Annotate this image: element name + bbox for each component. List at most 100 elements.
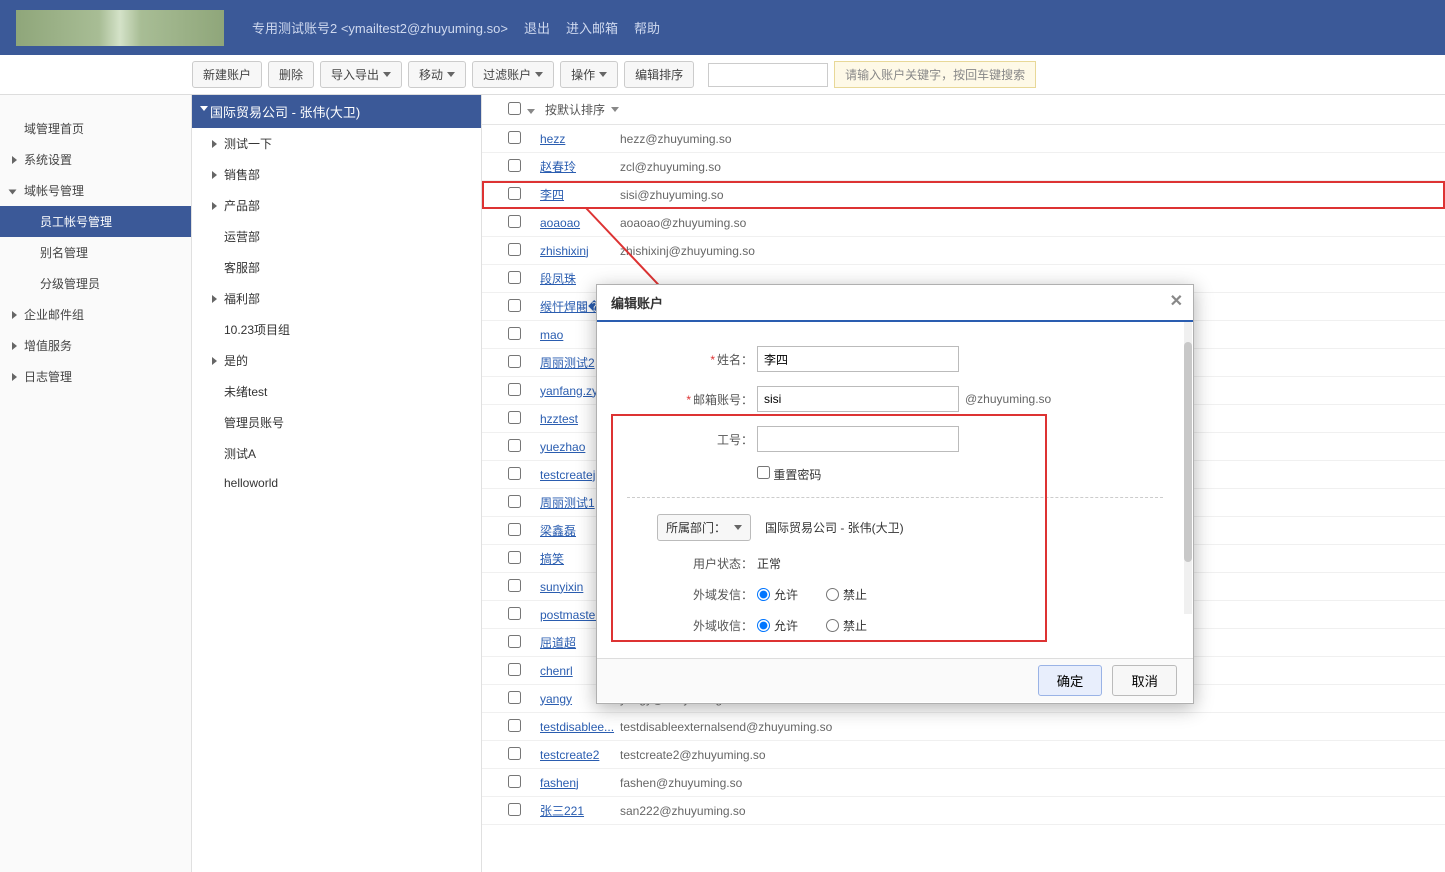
ok-button[interactable]: 确定 xyxy=(1038,665,1103,696)
row-username[interactable]: hezz xyxy=(540,132,620,146)
row-checkbox[interactable] xyxy=(508,607,540,623)
tree-item[interactable]: 销售部 xyxy=(192,159,481,190)
name-input[interactable] xyxy=(757,346,959,372)
row-email: hezz@zhuyuming.so xyxy=(620,132,732,146)
empno-input[interactable] xyxy=(757,426,959,452)
move-button[interactable]: 移动 xyxy=(408,61,466,88)
row-checkbox[interactable] xyxy=(508,187,540,203)
tree-item[interactable]: 福利部 xyxy=(192,283,481,314)
tree-item[interactable]: 管理员账号 xyxy=(192,407,481,438)
table-row: hezzhezz@zhuyuming.so xyxy=(482,125,1445,153)
tree-item[interactable]: 客服部 xyxy=(192,252,481,283)
row-checkbox[interactable] xyxy=(508,691,540,707)
mail-input[interactable] xyxy=(757,386,959,412)
import-export-button[interactable]: 导入导出 xyxy=(320,61,402,88)
select-all-checkbox[interactable] xyxy=(508,102,535,118)
nav-item[interactable]: 企业邮件组 xyxy=(0,299,191,330)
nav-subitem[interactable]: 分级管理员 xyxy=(0,268,191,299)
empno-label: 工号： xyxy=(717,433,753,447)
row-checkbox[interactable] xyxy=(508,663,540,679)
row-email: san222@zhuyuming.so xyxy=(620,804,746,818)
recv-allow-radio[interactable]: 允许 xyxy=(757,617,798,634)
enter-mail-link[interactable]: 进入邮箱 xyxy=(566,18,618,37)
row-username[interactable]: 张三221 xyxy=(540,802,620,819)
tree-item[interactable]: 10.23项目组 xyxy=(192,314,481,345)
row-username[interactable]: testdisablee... xyxy=(540,720,620,734)
account-label: 专用测试账号2 <ymailtest2@zhuyuming.so> xyxy=(252,18,508,37)
row-checkbox[interactable] xyxy=(508,299,540,315)
tree-item[interactable]: 运营部 xyxy=(192,221,481,252)
nav-item[interactable]: 增值服务 xyxy=(0,330,191,361)
row-checkbox[interactable] xyxy=(508,411,540,427)
edit-sort-button[interactable]: 编辑排序 xyxy=(624,61,694,88)
nav-item[interactable]: 日志管理 xyxy=(0,361,191,392)
row-checkbox[interactable] xyxy=(508,159,540,175)
app-header: 专用测试账号2 <ymailtest2@zhuyuming.so> 退出 进入邮… xyxy=(0,0,1445,55)
row-checkbox[interactable] xyxy=(508,579,540,595)
row-username[interactable]: aoaoao xyxy=(540,216,620,230)
row-checkbox[interactable] xyxy=(508,467,540,483)
row-checkbox[interactable] xyxy=(508,271,540,287)
nav-subitem[interactable]: 员工帐号管理 xyxy=(0,206,191,237)
row-checkbox[interactable] xyxy=(508,495,540,511)
close-icon[interactable]: ✕ xyxy=(1170,291,1183,311)
row-email: fashen@zhuyuming.so xyxy=(620,776,742,790)
send-forbid-radio[interactable]: 禁止 xyxy=(826,586,867,603)
cancel-button[interactable]: 取消 xyxy=(1112,665,1177,696)
row-username[interactable]: testcreate2 xyxy=(540,748,620,762)
row-checkbox[interactable] xyxy=(508,551,540,567)
tree-item[interactable]: 未绪test xyxy=(192,376,481,407)
tree-item[interactable]: 是的 xyxy=(192,345,481,376)
nav-item[interactable]: 系统设置 xyxy=(0,144,191,175)
edit-account-dialog: 编辑账户 ✕ *姓名： *邮箱账号： @zhuyuming.so 工号： 重置密… xyxy=(596,284,1194,704)
dept-select[interactable]: 所属部门： xyxy=(657,514,751,541)
operate-button[interactable]: 操作 xyxy=(560,61,618,88)
row-checkbox[interactable] xyxy=(508,131,540,147)
tree-item[interactable]: helloworld xyxy=(192,469,481,497)
row-checkbox[interactable] xyxy=(508,635,540,651)
reset-pwd-checkbox[interactable]: 重置密码 xyxy=(757,466,821,483)
row-checkbox[interactable] xyxy=(508,243,540,259)
row-checkbox[interactable] xyxy=(508,355,540,371)
row-username[interactable]: 李四 xyxy=(540,186,620,203)
dept-tree: 国际贸易公司 - 张伟(大卫) 测试一下销售部产品部运营部客服部福利部10.23… xyxy=(192,95,482,872)
row-checkbox[interactable] xyxy=(508,383,540,399)
filter-button[interactable]: 过滤账户 xyxy=(472,61,554,88)
tree-item[interactable]: 测试A xyxy=(192,438,481,469)
recv-forbid-radio[interactable]: 禁止 xyxy=(826,617,867,634)
row-username[interactable]: 赵春玲 xyxy=(540,158,620,175)
row-checkbox[interactable] xyxy=(508,775,540,791)
nav-subitem[interactable]: 别名管理 xyxy=(0,237,191,268)
tree-item[interactable]: 产品部 xyxy=(192,190,481,221)
nav-item[interactable]: 域管理首页 xyxy=(0,113,191,144)
row-email: zcl@zhuyuming.so xyxy=(620,160,721,174)
logout-link[interactable]: 退出 xyxy=(524,18,550,37)
row-username[interactable]: fashenj xyxy=(540,776,620,790)
row-checkbox[interactable] xyxy=(508,215,540,231)
row-email: aoaoao@zhuyuming.so xyxy=(620,216,746,230)
status-value: 正常 xyxy=(757,555,781,572)
row-checkbox[interactable] xyxy=(508,327,540,343)
delete-button[interactable]: 删除 xyxy=(268,61,314,88)
row-checkbox[interactable] xyxy=(508,439,540,455)
row-checkbox[interactable] xyxy=(508,523,540,539)
row-email: testcreate2@zhuyuming.so xyxy=(620,748,766,762)
row-checkbox[interactable] xyxy=(508,719,540,735)
row-checkbox[interactable] xyxy=(508,747,540,763)
status-label: 用户状态： xyxy=(693,557,753,571)
table-row: testdisablee...testdisableexternalsend@z… xyxy=(482,713,1445,741)
keyword-input[interactable] xyxy=(708,63,828,87)
name-label: 姓名： xyxy=(717,353,753,367)
nav-item[interactable]: 域帐号管理 xyxy=(0,175,191,206)
send-allow-radio[interactable]: 允许 xyxy=(757,586,798,603)
help-link[interactable]: 帮助 xyxy=(634,18,660,37)
tree-item[interactable]: 测试一下 xyxy=(192,128,481,159)
sort-button[interactable]: 按默认排序 xyxy=(545,101,619,118)
row-username[interactable]: zhishixinj xyxy=(540,244,620,258)
recv-label: 外域收信： xyxy=(693,619,753,633)
new-account-button[interactable]: 新建账户 xyxy=(192,61,262,88)
dialog-scrollbar[interactable] xyxy=(1184,322,1192,614)
row-checkbox[interactable] xyxy=(508,803,540,819)
row-email: testdisableexternalsend@zhuyuming.so xyxy=(620,720,832,734)
tree-header[interactable]: 国际贸易公司 - 张伟(大卫) xyxy=(192,95,481,128)
